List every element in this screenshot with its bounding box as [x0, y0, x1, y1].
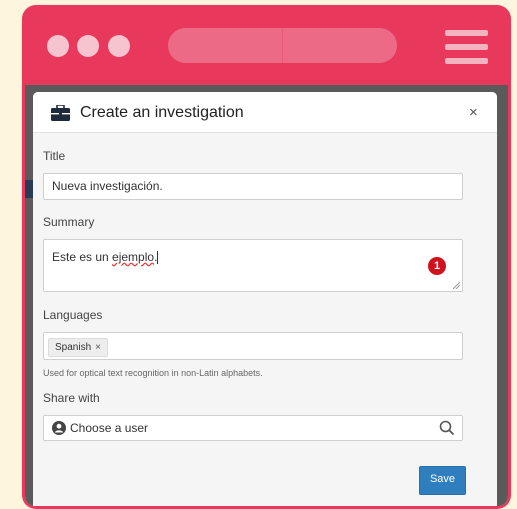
window-dot	[77, 35, 99, 57]
languages-label: Languages	[43, 308, 103, 322]
languages-field[interactable]: Spanish ×	[43, 332, 463, 360]
dialog-body: Title Nueva investigación. Summary Este …	[33, 133, 497, 506]
briefcase-icon	[51, 105, 70, 121]
text-caret	[157, 251, 159, 265]
share-label: Share with	[43, 391, 100, 405]
close-button[interactable]: ×	[469, 104, 478, 121]
address-bar[interactable]	[168, 28, 397, 63]
search-icon[interactable]	[439, 420, 455, 436]
languages-hint: Used for optical text recognition in non…	[43, 368, 263, 378]
menu-icon[interactable]	[445, 30, 488, 64]
address-bar-divider	[282, 28, 283, 63]
error-count-badge[interactable]: 1	[428, 257, 446, 275]
share-placeholder: Choose a user	[70, 421, 149, 435]
resize-handle-icon[interactable]	[452, 281, 460, 289]
remove-tag-icon[interactable]: ×	[95, 342, 101, 353]
browser-frame: Create an investigation × Title Nueva in…	[22, 5, 511, 509]
summary-label: Summary	[43, 215, 95, 229]
title-field[interactable]: Nueva investigación.	[43, 173, 463, 200]
page-content: Create an investigation × Title Nueva in…	[25, 85, 508, 506]
user-icon	[52, 421, 66, 435]
misspelled-word: ejemplo	[112, 250, 155, 264]
language-tag: Spanish ×	[48, 338, 108, 357]
dialog-title: Create an investigation	[80, 104, 244, 121]
dialog-header: Create an investigation ×	[33, 92, 497, 133]
summary-field[interactable]: Este es un ejemplo. 1	[43, 239, 463, 292]
save-button[interactable]: Save	[419, 466, 466, 495]
browser-top-bar	[22, 5, 511, 85]
summary-text: Este es un ejemplo.	[52, 250, 158, 264]
window-dot	[108, 35, 130, 57]
window-dot	[47, 35, 69, 57]
create-investigation-dialog: Create an investigation × Title Nueva in…	[33, 92, 497, 506]
title-label: Title	[43, 149, 66, 163]
share-user-select[interactable]: Choose a user	[43, 415, 463, 441]
